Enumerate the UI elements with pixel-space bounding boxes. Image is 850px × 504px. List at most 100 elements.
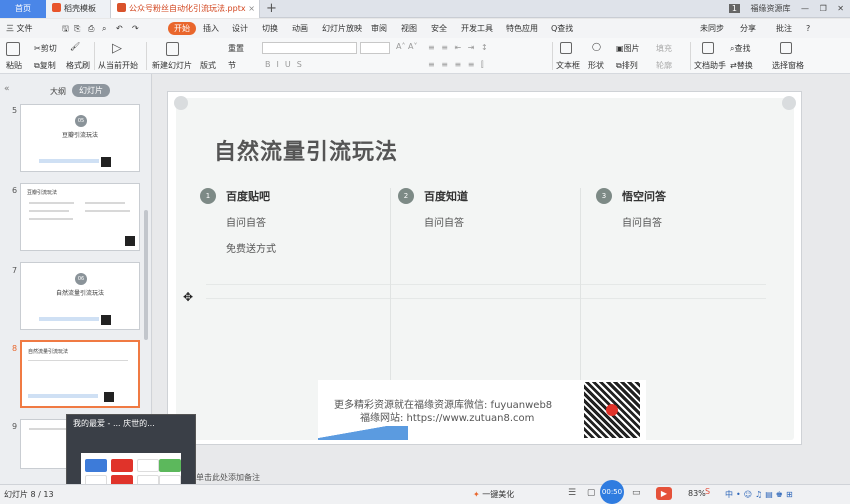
new-tab-button[interactable]: + bbox=[266, 0, 277, 18]
font-name-input[interactable] bbox=[262, 42, 357, 54]
undo-icon[interactable]: ↶ bbox=[116, 22, 123, 35]
menu-devtools[interactable]: 开发工具 bbox=[461, 22, 493, 35]
reset-button[interactable]: 重置 bbox=[228, 43, 244, 54]
save-icon[interactable]: 🖫 bbox=[62, 22, 69, 35]
replace-label: 替换 bbox=[736, 61, 753, 70]
underline-button[interactable]: U bbox=[285, 60, 297, 69]
help-icon[interactable]: ? bbox=[806, 22, 810, 35]
watermark-line-2: 福缘网站: https://www.zutuan8.com bbox=[360, 413, 535, 424]
menu-security[interactable]: 安全 bbox=[431, 22, 447, 35]
arrange-button[interactable]: ⧉排列 bbox=[616, 60, 638, 71]
paragraph-tools[interactable]: ≡ ≡ ⇤ ⇥ ↕ bbox=[428, 43, 490, 52]
menu-slideshow[interactable]: 幻灯片放映 bbox=[322, 22, 362, 35]
share-button[interactable]: 分享 bbox=[740, 22, 756, 35]
view-mode-icons[interactable]: ☰ ▢ bbox=[568, 488, 599, 498]
column-heading-3[interactable]: 悟空问答 bbox=[622, 188, 666, 204]
paste-icon[interactable] bbox=[6, 42, 22, 56]
thumb-line bbox=[29, 202, 74, 204]
column-item[interactable]: 自问自答 bbox=[424, 214, 464, 229]
shape-button[interactable]: 形状 bbox=[588, 60, 604, 71]
slide-title[interactable]: 自然流量引流玩法 bbox=[214, 134, 398, 166]
cut-button[interactable]: ✂剪切 bbox=[34, 43, 57, 54]
play-from-current-button[interactable]: 从当前开始 bbox=[98, 60, 138, 71]
doc-helper-button[interactable]: 文档助手 bbox=[694, 60, 726, 71]
copy-button[interactable]: ⧉复制 bbox=[34, 60, 56, 71]
account-name[interactable]: 福缘资源库 bbox=[750, 4, 790, 13]
recording-timer[interactable]: 00:50 bbox=[600, 480, 624, 504]
font-grow-icon[interactable]: A˄ A˅ bbox=[396, 42, 418, 51]
input-method-icon[interactable]: S bbox=[705, 487, 710, 496]
qr-logo bbox=[606, 404, 618, 416]
italic-button[interactable]: I bbox=[277, 60, 285, 69]
column-heading-2[interactable]: 百度知道 bbox=[424, 188, 468, 204]
preview-icon[interactable]: ⌕ bbox=[102, 22, 106, 35]
menu-transition[interactable]: 切换 bbox=[262, 22, 278, 35]
close-tab-icon[interactable]: × bbox=[248, 0, 255, 18]
textbox-button[interactable]: 文本框 bbox=[556, 60, 580, 71]
redo-icon[interactable]: ↷ bbox=[132, 22, 139, 35]
menu-insert[interactable]: 插入 bbox=[203, 22, 219, 35]
zoom-level[interactable]: 83% bbox=[688, 489, 706, 498]
column-item[interactable]: 自问自答 bbox=[226, 214, 266, 229]
thumb-title: 自然流量引流玩法 bbox=[28, 349, 69, 355]
collapse-pane-icon[interactable]: « bbox=[4, 84, 10, 94]
replace-button[interactable]: ⇄替换 bbox=[730, 60, 753, 71]
notes-placeholder[interactable]: 单击此处添加备注 bbox=[196, 472, 260, 483]
reading-view-icon[interactable]: ▭ bbox=[632, 488, 641, 498]
menu-search[interactable]: Q查找 bbox=[551, 22, 573, 35]
thumb-qr bbox=[125, 236, 135, 246]
open-icon[interactable]: ⎘ bbox=[74, 22, 80, 35]
outline-button[interactable]: 轮廓 bbox=[656, 60, 672, 71]
menu-features[interactable]: 特色应用 bbox=[506, 22, 538, 35]
align-tools[interactable]: ≡ ≡ ≡ ≡ ⫿ bbox=[428, 60, 486, 70]
fill-button[interactable]: 填充 bbox=[656, 43, 672, 54]
play-slideshow-icon[interactable]: ▶ bbox=[656, 487, 672, 500]
restore-icon[interactable]: ❐ bbox=[820, 4, 827, 13]
strike-button[interactable]: S bbox=[297, 60, 308, 69]
print-icon[interactable]: ⎙ bbox=[88, 22, 94, 35]
tab-home[interactable]: 首页 bbox=[0, 0, 46, 18]
thumb-number: 9 bbox=[12, 422, 18, 431]
slides-tab[interactable]: 幻灯片 bbox=[72, 84, 110, 97]
tray-icons[interactable]: 中•☺♫▤♚⊞ bbox=[725, 489, 796, 500]
beautify-button[interactable]: ✦ 一键美化 bbox=[473, 489, 514, 500]
picture-button[interactable]: ▣图片 bbox=[616, 43, 640, 54]
outline-tab[interactable]: 大纲 bbox=[50, 86, 66, 97]
close-window-icon[interactable]: ✕ bbox=[837, 4, 844, 13]
column-heading-1[interactable]: 百度贴吧 bbox=[226, 188, 270, 204]
section-button[interactable]: 节 bbox=[228, 60, 236, 71]
menu-animation[interactable]: 动画 bbox=[292, 22, 308, 35]
thumbnail-scrollbar[interactable] bbox=[144, 210, 148, 340]
paste-button[interactable]: 粘贴 bbox=[6, 60, 22, 71]
thumb-line bbox=[29, 218, 73, 220]
layout-button[interactable]: 版式 bbox=[200, 60, 216, 71]
select-pane-button[interactable]: 选择窗格 bbox=[772, 60, 804, 71]
find-button[interactable]: ⌕查找 bbox=[730, 43, 750, 54]
notification-badge[interactable]: 1 bbox=[728, 4, 740, 13]
menu-design[interactable]: 设计 bbox=[232, 22, 248, 35]
format-painter-button[interactable]: 格式刷 bbox=[66, 60, 90, 71]
menu-home[interactable]: 开始 bbox=[168, 22, 196, 35]
slide-thumbnail-selected[interactable]: 自然流量引流玩法 bbox=[20, 340, 140, 408]
tab-template[interactable]: 稻壳模板 bbox=[46, 0, 110, 18]
text-format-group[interactable]: BIUS bbox=[265, 60, 308, 69]
tile bbox=[137, 459, 159, 472]
divider bbox=[146, 42, 147, 70]
file-menu[interactable]: 三 文件 bbox=[6, 22, 33, 35]
thumb-number: 7 bbox=[12, 266, 18, 275]
grid-line bbox=[206, 284, 766, 285]
slide-thumbnail[interactable]: 豆瓣引流玩法 bbox=[20, 183, 140, 251]
font-size-input[interactable] bbox=[360, 42, 390, 54]
column-item[interactable]: 自问自答 bbox=[622, 214, 662, 229]
sync-status[interactable]: 未同步 bbox=[700, 22, 724, 35]
tab-document[interactable]: 公众号粉丝自动化引流玩法.pptx × bbox=[110, 0, 260, 18]
comment-button[interactable]: 批注 bbox=[776, 22, 792, 35]
minimize-icon[interactable]: — bbox=[801, 4, 809, 13]
slide-thumbnail[interactable]: 06 自然流量引流玩法 bbox=[20, 262, 140, 330]
new-slide-button[interactable]: 新建幻灯片 bbox=[152, 60, 192, 71]
column-item[interactable]: 免费送方式 bbox=[226, 240, 276, 255]
menu-review[interactable]: 审阅 bbox=[371, 22, 387, 35]
bold-button[interactable]: B bbox=[265, 60, 277, 69]
menu-view[interactable]: 视图 bbox=[401, 22, 417, 35]
slide-thumbnail[interactable]: 05 豆瓣引流玩法 bbox=[20, 104, 140, 172]
